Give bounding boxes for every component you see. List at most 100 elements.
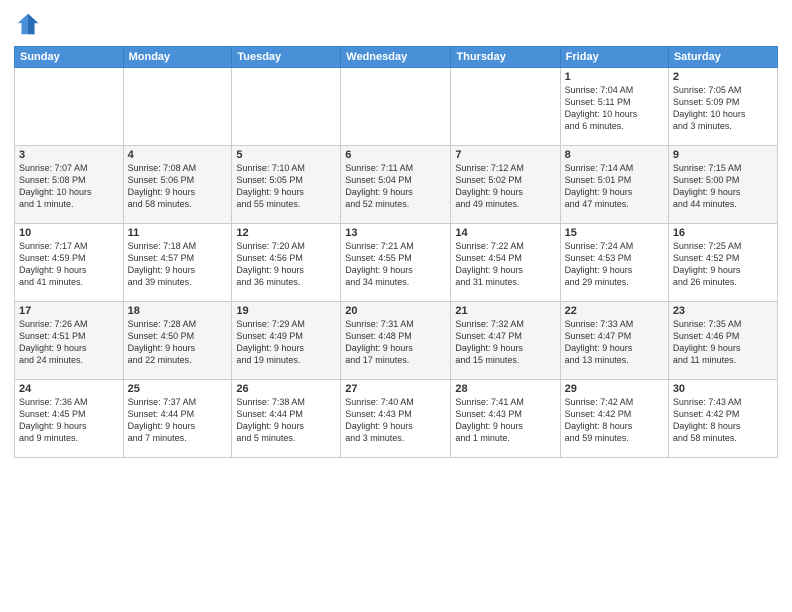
day-number: 25 <box>128 383 228 395</box>
calendar-cell: 24Sunrise: 7:36 AM Sunset: 4:45 PM Dayli… <box>15 380 124 458</box>
day-info: Sunrise: 7:20 AM Sunset: 4:56 PM Dayligh… <box>236 240 336 289</box>
calendar-cell: 17Sunrise: 7:26 AM Sunset: 4:51 PM Dayli… <box>15 302 124 380</box>
day-number: 5 <box>236 149 336 161</box>
day-info: Sunrise: 7:29 AM Sunset: 4:49 PM Dayligh… <box>236 318 336 367</box>
day-number: 17 <box>19 305 119 317</box>
day-number: 12 <box>236 227 336 239</box>
day-number: 8 <box>565 149 664 161</box>
day-info: Sunrise: 7:15 AM Sunset: 5:00 PM Dayligh… <box>673 162 773 211</box>
calendar-cell: 29Sunrise: 7:42 AM Sunset: 4:42 PM Dayli… <box>560 380 668 458</box>
day-info: Sunrise: 7:04 AM Sunset: 5:11 PM Dayligh… <box>565 84 664 133</box>
day-number: 29 <box>565 383 664 395</box>
calendar-cell: 19Sunrise: 7:29 AM Sunset: 4:49 PM Dayli… <box>232 302 341 380</box>
day-info: Sunrise: 7:11 AM Sunset: 5:04 PM Dayligh… <box>345 162 446 211</box>
logo <box>14 10 46 38</box>
calendar-cell: 4Sunrise: 7:08 AM Sunset: 5:06 PM Daylig… <box>123 146 232 224</box>
calendar-cell <box>15 68 124 146</box>
calendar-cell: 8Sunrise: 7:14 AM Sunset: 5:01 PM Daylig… <box>560 146 668 224</box>
calendar-week-row: 17Sunrise: 7:26 AM Sunset: 4:51 PM Dayli… <box>15 302 778 380</box>
day-number: 18 <box>128 305 228 317</box>
logo-icon <box>14 10 42 38</box>
calendar-week-row: 24Sunrise: 7:36 AM Sunset: 4:45 PM Dayli… <box>15 380 778 458</box>
day-info: Sunrise: 7:33 AM Sunset: 4:47 PM Dayligh… <box>565 318 664 367</box>
calendar-cell <box>451 68 560 146</box>
day-number: 14 <box>455 227 555 239</box>
calendar-cell: 25Sunrise: 7:37 AM Sunset: 4:44 PM Dayli… <box>123 380 232 458</box>
calendar-cell: 18Sunrise: 7:28 AM Sunset: 4:50 PM Dayli… <box>123 302 232 380</box>
day-number: 16 <box>673 227 773 239</box>
day-info: Sunrise: 7:32 AM Sunset: 4:47 PM Dayligh… <box>455 318 555 367</box>
day-info: Sunrise: 7:17 AM Sunset: 4:59 PM Dayligh… <box>19 240 119 289</box>
calendar-cell: 23Sunrise: 7:35 AM Sunset: 4:46 PM Dayli… <box>668 302 777 380</box>
calendar-cell: 30Sunrise: 7:43 AM Sunset: 4:42 PM Dayli… <box>668 380 777 458</box>
day-info: Sunrise: 7:14 AM Sunset: 5:01 PM Dayligh… <box>565 162 664 211</box>
day-info: Sunrise: 7:24 AM Sunset: 4:53 PM Dayligh… <box>565 240 664 289</box>
day-info: Sunrise: 7:26 AM Sunset: 4:51 PM Dayligh… <box>19 318 119 367</box>
day-info: Sunrise: 7:05 AM Sunset: 5:09 PM Dayligh… <box>673 84 773 133</box>
day-info: Sunrise: 7:25 AM Sunset: 4:52 PM Dayligh… <box>673 240 773 289</box>
calendar-header-monday: Monday <box>123 47 232 68</box>
calendar-cell: 12Sunrise: 7:20 AM Sunset: 4:56 PM Dayli… <box>232 224 341 302</box>
day-number: 26 <box>236 383 336 395</box>
calendar-cell: 20Sunrise: 7:31 AM Sunset: 4:48 PM Dayli… <box>341 302 451 380</box>
calendar-header-tuesday: Tuesday <box>232 47 341 68</box>
day-info: Sunrise: 7:38 AM Sunset: 4:44 PM Dayligh… <box>236 396 336 445</box>
day-info: Sunrise: 7:07 AM Sunset: 5:08 PM Dayligh… <box>19 162 119 211</box>
day-number: 2 <box>673 71 773 83</box>
day-number: 11 <box>128 227 228 239</box>
calendar-header-friday: Friday <box>560 47 668 68</box>
day-number: 1 <box>565 71 664 83</box>
calendar-cell: 7Sunrise: 7:12 AM Sunset: 5:02 PM Daylig… <box>451 146 560 224</box>
calendar-cell: 5Sunrise: 7:10 AM Sunset: 5:05 PM Daylig… <box>232 146 341 224</box>
day-info: Sunrise: 7:41 AM Sunset: 4:43 PM Dayligh… <box>455 396 555 445</box>
calendar-cell: 15Sunrise: 7:24 AM Sunset: 4:53 PM Dayli… <box>560 224 668 302</box>
day-number: 22 <box>565 305 664 317</box>
day-number: 23 <box>673 305 773 317</box>
day-info: Sunrise: 7:36 AM Sunset: 4:45 PM Dayligh… <box>19 396 119 445</box>
day-number: 15 <box>565 227 664 239</box>
calendar-header-wednesday: Wednesday <box>341 47 451 68</box>
calendar-cell: 16Sunrise: 7:25 AM Sunset: 4:52 PM Dayli… <box>668 224 777 302</box>
day-number: 21 <box>455 305 555 317</box>
calendar-cell: 11Sunrise: 7:18 AM Sunset: 4:57 PM Dayli… <box>123 224 232 302</box>
calendar-cell: 28Sunrise: 7:41 AM Sunset: 4:43 PM Dayli… <box>451 380 560 458</box>
calendar-cell <box>341 68 451 146</box>
calendar-cell: 26Sunrise: 7:38 AM Sunset: 4:44 PM Dayli… <box>232 380 341 458</box>
calendar-header-saturday: Saturday <box>668 47 777 68</box>
calendar-week-row: 3Sunrise: 7:07 AM Sunset: 5:08 PM Daylig… <box>15 146 778 224</box>
day-info: Sunrise: 7:18 AM Sunset: 4:57 PM Dayligh… <box>128 240 228 289</box>
calendar-cell <box>232 68 341 146</box>
calendar-cell: 22Sunrise: 7:33 AM Sunset: 4:47 PM Dayli… <box>560 302 668 380</box>
calendar-cell: 27Sunrise: 7:40 AM Sunset: 4:43 PM Dayli… <box>341 380 451 458</box>
calendar-cell: 1Sunrise: 7:04 AM Sunset: 5:11 PM Daylig… <box>560 68 668 146</box>
day-info: Sunrise: 7:28 AM Sunset: 4:50 PM Dayligh… <box>128 318 228 367</box>
day-info: Sunrise: 7:40 AM Sunset: 4:43 PM Dayligh… <box>345 396 446 445</box>
day-number: 3 <box>19 149 119 161</box>
day-number: 4 <box>128 149 228 161</box>
day-info: Sunrise: 7:10 AM Sunset: 5:05 PM Dayligh… <box>236 162 336 211</box>
calendar-cell: 21Sunrise: 7:32 AM Sunset: 4:47 PM Dayli… <box>451 302 560 380</box>
calendar-week-row: 10Sunrise: 7:17 AM Sunset: 4:59 PM Dayli… <box>15 224 778 302</box>
calendar-cell: 13Sunrise: 7:21 AM Sunset: 4:55 PM Dayli… <box>341 224 451 302</box>
day-number: 13 <box>345 227 446 239</box>
day-info: Sunrise: 7:08 AM Sunset: 5:06 PM Dayligh… <box>128 162 228 211</box>
day-number: 27 <box>345 383 446 395</box>
calendar-cell: 14Sunrise: 7:22 AM Sunset: 4:54 PM Dayli… <box>451 224 560 302</box>
calendar-cell: 6Sunrise: 7:11 AM Sunset: 5:04 PM Daylig… <box>341 146 451 224</box>
day-number: 20 <box>345 305 446 317</box>
calendar-header-row: SundayMondayTuesdayWednesdayThursdayFrid… <box>15 47 778 68</box>
calendar-cell: 2Sunrise: 7:05 AM Sunset: 5:09 PM Daylig… <box>668 68 777 146</box>
calendar-cell: 10Sunrise: 7:17 AM Sunset: 4:59 PM Dayli… <box>15 224 124 302</box>
day-number: 28 <box>455 383 555 395</box>
calendar-header-thursday: Thursday <box>451 47 560 68</box>
day-info: Sunrise: 7:22 AM Sunset: 4:54 PM Dayligh… <box>455 240 555 289</box>
day-number: 6 <box>345 149 446 161</box>
calendar-cell <box>123 68 232 146</box>
day-info: Sunrise: 7:35 AM Sunset: 4:46 PM Dayligh… <box>673 318 773 367</box>
day-info: Sunrise: 7:31 AM Sunset: 4:48 PM Dayligh… <box>345 318 446 367</box>
day-info: Sunrise: 7:43 AM Sunset: 4:42 PM Dayligh… <box>673 396 773 445</box>
calendar-table: SundayMondayTuesdayWednesdayThursdayFrid… <box>14 46 778 458</box>
day-info: Sunrise: 7:21 AM Sunset: 4:55 PM Dayligh… <box>345 240 446 289</box>
day-number: 9 <box>673 149 773 161</box>
calendar-week-row: 1Sunrise: 7:04 AM Sunset: 5:11 PM Daylig… <box>15 68 778 146</box>
